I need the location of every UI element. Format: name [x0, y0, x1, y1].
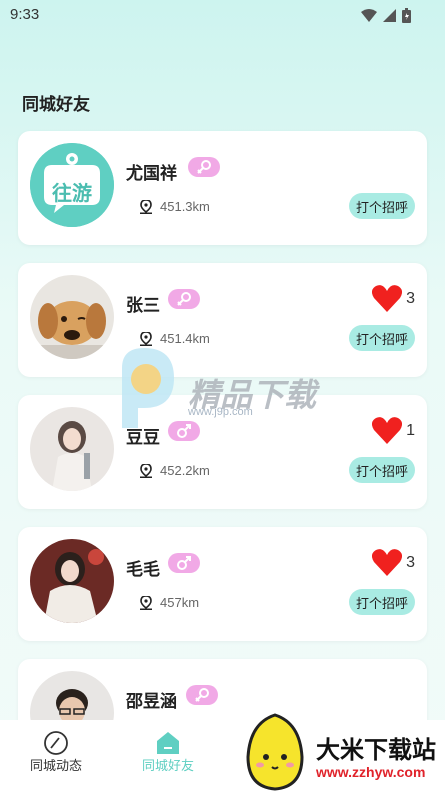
compass-icon [44, 731, 68, 755]
distance: 457km [160, 595, 200, 610]
user-name: 邵昱涵 [126, 692, 177, 711]
location-pin-icon [140, 199, 152, 214]
location-info: 457km [140, 595, 199, 610]
user-card[interactable]: 往游 尤国祥 451.3km 打个招呼 [18, 131, 427, 245]
status-bar: 9:33 [0, 0, 445, 30]
location-info: 452.2km [140, 463, 210, 478]
home-icon [157, 732, 179, 754]
greet-button[interactable]: 打个招呼 [348, 457, 415, 483]
tab-label: 同城动态 [29, 758, 82, 773]
watermark-url: www.j9p.com [188, 406, 253, 418]
tab-city-friends[interactable]: 同城好友 [112, 720, 224, 791]
avatar[interactable]: 往游 [30, 143, 114, 227]
distance: 451.3km [160, 199, 210, 214]
distance: 452.2km [160, 463, 210, 478]
male-gender-icon [168, 553, 200, 573]
greet-button[interactable]: 打个招呼 [348, 193, 415, 219]
app-logo-text: 往游 [52, 183, 92, 205]
user-card[interactable]: 毛毛 3 457km 打个招呼 [18, 527, 427, 641]
like-count: 3 [406, 289, 415, 307]
user-name: 尤国祥 [126, 164, 177, 183]
avatar[interactable] [30, 275, 114, 359]
heart-icon [372, 417, 403, 444]
battery-icon [402, 8, 411, 23]
watermark-corner-text: 大米下载站 [316, 737, 436, 764]
greet-button[interactable]: 打个招呼 [348, 589, 415, 615]
status-time: 9:33 [10, 6, 40, 23]
like-count: 1 [406, 421, 415, 439]
girl-photo [30, 407, 114, 491]
tab-label: 同城好友 [141, 758, 194, 773]
watermark-corner-url: www.zzhyw.com [316, 764, 426, 780]
heart-icon [372, 285, 403, 312]
section-title: 同城好友 [22, 95, 90, 114]
status-icons [361, 8, 411, 23]
watermark-egg-icon [246, 713, 304, 791]
dog-photo [30, 275, 114, 359]
location-pin-icon [140, 595, 152, 610]
location-pin-icon [140, 463, 152, 478]
female-gender-icon [168, 289, 200, 309]
watermark-logo-icon [122, 348, 174, 428]
girl-christmas-photo [30, 539, 114, 623]
distance: 451.4km [160, 331, 210, 346]
likes: 3 [372, 549, 415, 576]
wifi-icon [361, 9, 377, 22]
user-name: 张三 [126, 296, 160, 315]
greet-button[interactable]: 打个招呼 [348, 325, 415, 351]
watermark-corner: 大米下载站 www.zzhyw.com [240, 712, 445, 791]
location-pin-icon [140, 331, 152, 346]
likes: 3 [372, 285, 415, 312]
avatar[interactable] [30, 539, 114, 623]
user-name: 毛毛 [126, 560, 160, 579]
female-gender-icon [188, 157, 220, 177]
female-gender-icon [186, 685, 218, 705]
tab-city-feed[interactable]: 同城动态 [0, 720, 112, 791]
heart-icon [372, 549, 403, 576]
avatar[interactable] [30, 407, 114, 491]
likes: 1 [372, 417, 415, 444]
location-info: 451.4km [140, 331, 210, 346]
signal-icon [383, 9, 396, 22]
watermark-center: 精品下载 www.j9p.com [112, 348, 342, 428]
like-count: 3 [406, 553, 415, 571]
location-info: 451.3km [140, 199, 210, 214]
